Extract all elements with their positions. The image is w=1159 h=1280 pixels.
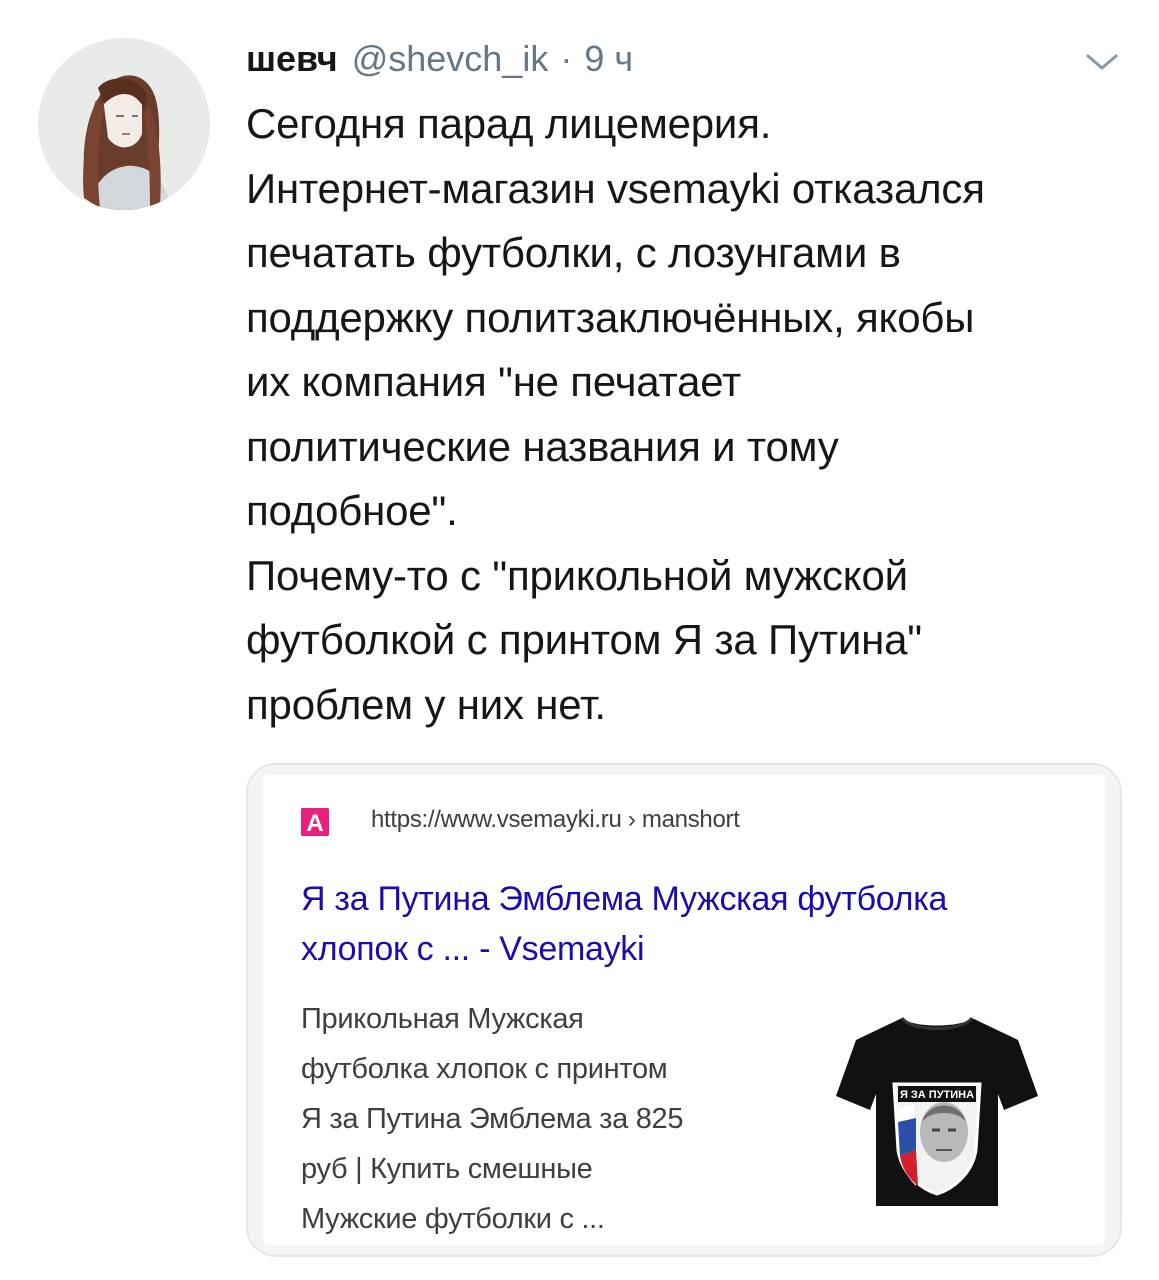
result-title-line: Я за Путина Эмблема Мужская футболка xyxy=(301,880,948,918)
site-favicon-icon: A xyxy=(301,808,329,836)
favicon-letter: A xyxy=(306,810,323,836)
separator-dot: · xyxy=(560,38,573,79)
avatar[interactable] xyxy=(38,38,210,210)
tweet-text-line: футболкой с принтом Я за Путина" xyxy=(246,616,922,663)
tweet-timestamp[interactable]: 9 ч xyxy=(584,38,633,80)
tweet-text-line: поддержку политзаключённых, якобы xyxy=(246,293,975,341)
result-snippet: Прикольная Мужская футболка хлопок с при… xyxy=(301,994,801,1244)
tweet-text-line: Почему-то с "прикольной мужской xyxy=(246,551,908,599)
result-url: https://www.vsemayki.ru › manshort xyxy=(371,806,740,833)
snippet-line: руб | Купить смешные xyxy=(301,1153,593,1185)
chevron-down-icon[interactable] xyxy=(1084,50,1120,74)
snippet-line: футболка хлопок с принтом xyxy=(301,1053,668,1085)
snippet-line: Прикольная Мужская xyxy=(301,1003,584,1035)
tweet-text-line: их компания "не печатает xyxy=(246,358,742,405)
tweet-text-line: проблем у них нет. xyxy=(246,680,606,728)
result-title-line: хлопок с ... - Vsemayki xyxy=(301,930,645,968)
avatar-image xyxy=(38,38,210,210)
tweet-header: шевч @shevch_ik · 9 ч xyxy=(246,38,633,82)
snippet-line: Я за Путина Эмблема за 825 xyxy=(301,1103,684,1135)
tweet-text-line: Интернет-магазин vsemayki отказался xyxy=(246,164,985,212)
result-title: Я за Путина Эмблема Мужская футболка хло… xyxy=(301,874,1091,974)
tweet-text-line: подобное". xyxy=(246,487,458,534)
tweet-text-line: печатать футболки, с лозунгами в xyxy=(246,229,901,276)
tweet-text-line: политические названия и тому xyxy=(246,422,839,470)
tweet-text-line: Сегодня парад лицемерия. xyxy=(246,100,772,147)
author-name[interactable]: шевч xyxy=(246,38,338,80)
snippet-line: Мужские футболки с ... xyxy=(301,1203,605,1235)
tweet-text: Сегодня парад лицемерия. Интернет-магази… xyxy=(246,92,1126,737)
tshirt-print-text: Я ЗА ПУТИНА xyxy=(900,1089,974,1101)
tshirt-product-image: Я ЗА ПУТИНА xyxy=(836,1016,1038,1206)
author-handle[interactable]: @shevch_ik xyxy=(352,38,549,80)
